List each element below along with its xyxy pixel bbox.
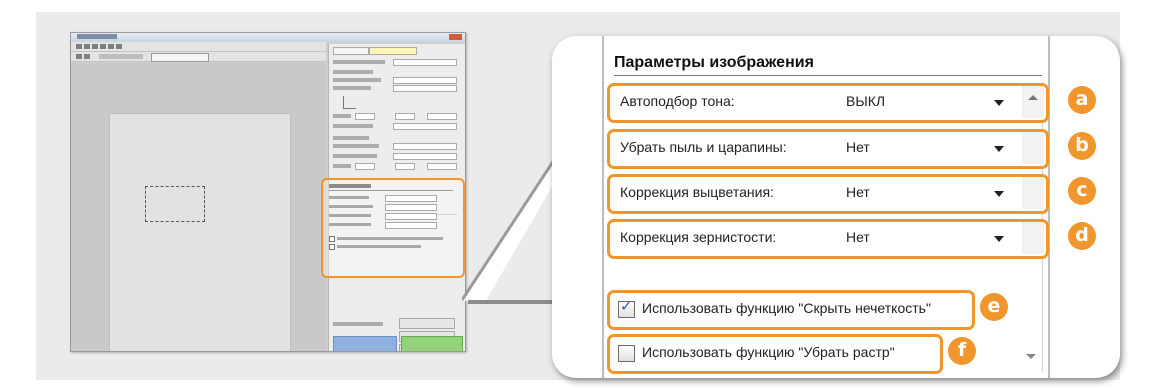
scroll-down-arrow-icon[interactable] — [1026, 354, 1036, 359]
dust-scratch-row: Убрать пыль и царапины: Нет — [607, 129, 1049, 169]
badge-c: c — [1068, 177, 1096, 205]
descreen-label: Использовать функцию "Убрать растр" — [642, 344, 895, 360]
grain-correction-value: Нет — [846, 229, 870, 245]
auto-tone-row: Автоподбор тона: ВЫКЛ — [607, 83, 1049, 123]
thumbnail-highlight-frame — [321, 178, 465, 278]
fading-correction-label: Коррекция выцветания: — [620, 184, 774, 200]
panel-left-border — [602, 36, 604, 378]
badge-a: a — [1068, 86, 1096, 114]
descreen-checkbox-row[interactable]: Использовать функцию "Убрать растр" — [607, 334, 943, 374]
chevron-up-icon — [1028, 95, 1038, 100]
badge-e: e — [980, 293, 1008, 321]
close-icon — [449, 34, 462, 40]
chevron-down-icon — [994, 146, 1004, 152]
selection-rectangle — [145, 186, 205, 222]
zoom-callout: Параметры изображения Автоподбор тона: В… — [552, 36, 1120, 378]
unsharp-mask-checkbox[interactable]: ✓ — [618, 297, 635, 318]
grain-correction-label: Коррекция зернистости: — [620, 229, 777, 245]
dust-scratch-label: Убрать пыль и царапины: — [620, 139, 787, 155]
group-divider — [614, 75, 1042, 76]
thumbnail-titlebar — [71, 33, 465, 42]
dust-scratch-value: Нет — [846, 139, 870, 155]
chevron-down-icon — [994, 191, 1004, 197]
chevron-down-icon — [994, 236, 1004, 242]
badge-d: d — [1068, 222, 1096, 250]
scrollbar-cell — [1022, 177, 1044, 209]
chevron-down-icon — [994, 100, 1004, 106]
thumbnail-toolbar-2 — [71, 52, 326, 62]
scrollbar-cell — [1022, 222, 1044, 254]
badge-f: f — [948, 337, 976, 365]
group-title: Параметры изображения — [614, 54, 814, 71]
fading-correction-select[interactable]: Нет — [836, 177, 1008, 209]
unsharp-mask-label: Использовать функцию "Скрыть нечеткость" — [642, 300, 931, 316]
preview-area — [71, 63, 326, 351]
auto-tone-value: ВЫКЛ — [846, 93, 886, 109]
descreen-checkbox[interactable] — [618, 345, 635, 362]
scan-preview-page — [109, 113, 291, 351]
thumbnail-toolbar — [71, 42, 326, 52]
dust-scratch-select[interactable]: Нет — [836, 132, 1008, 164]
scroll-up-button[interactable] — [1022, 86, 1044, 118]
thumbnail-blue-button — [333, 336, 397, 351]
scrollbar-cell — [1022, 132, 1044, 164]
auto-tone-select[interactable]: ВЫКЛ — [836, 86, 1008, 118]
fading-correction-value: Нет — [846, 184, 870, 200]
grain-correction-row: Коррекция зернистости: Нет — [607, 219, 1049, 259]
fading-correction-row: Коррекция выцветания: Нет — [607, 174, 1049, 214]
checkmark-icon: ✓ — [620, 297, 633, 315]
badge-b: b — [1068, 132, 1096, 160]
grain-correction-select[interactable]: Нет — [836, 222, 1008, 254]
auto-tone-label: Автоподбор тона: — [620, 93, 735, 109]
thumbnail-green-button — [401, 336, 463, 351]
unsharp-mask-checkbox-row[interactable]: ✓ Использовать функцию "Скрыть нечеткост… — [607, 290, 975, 330]
